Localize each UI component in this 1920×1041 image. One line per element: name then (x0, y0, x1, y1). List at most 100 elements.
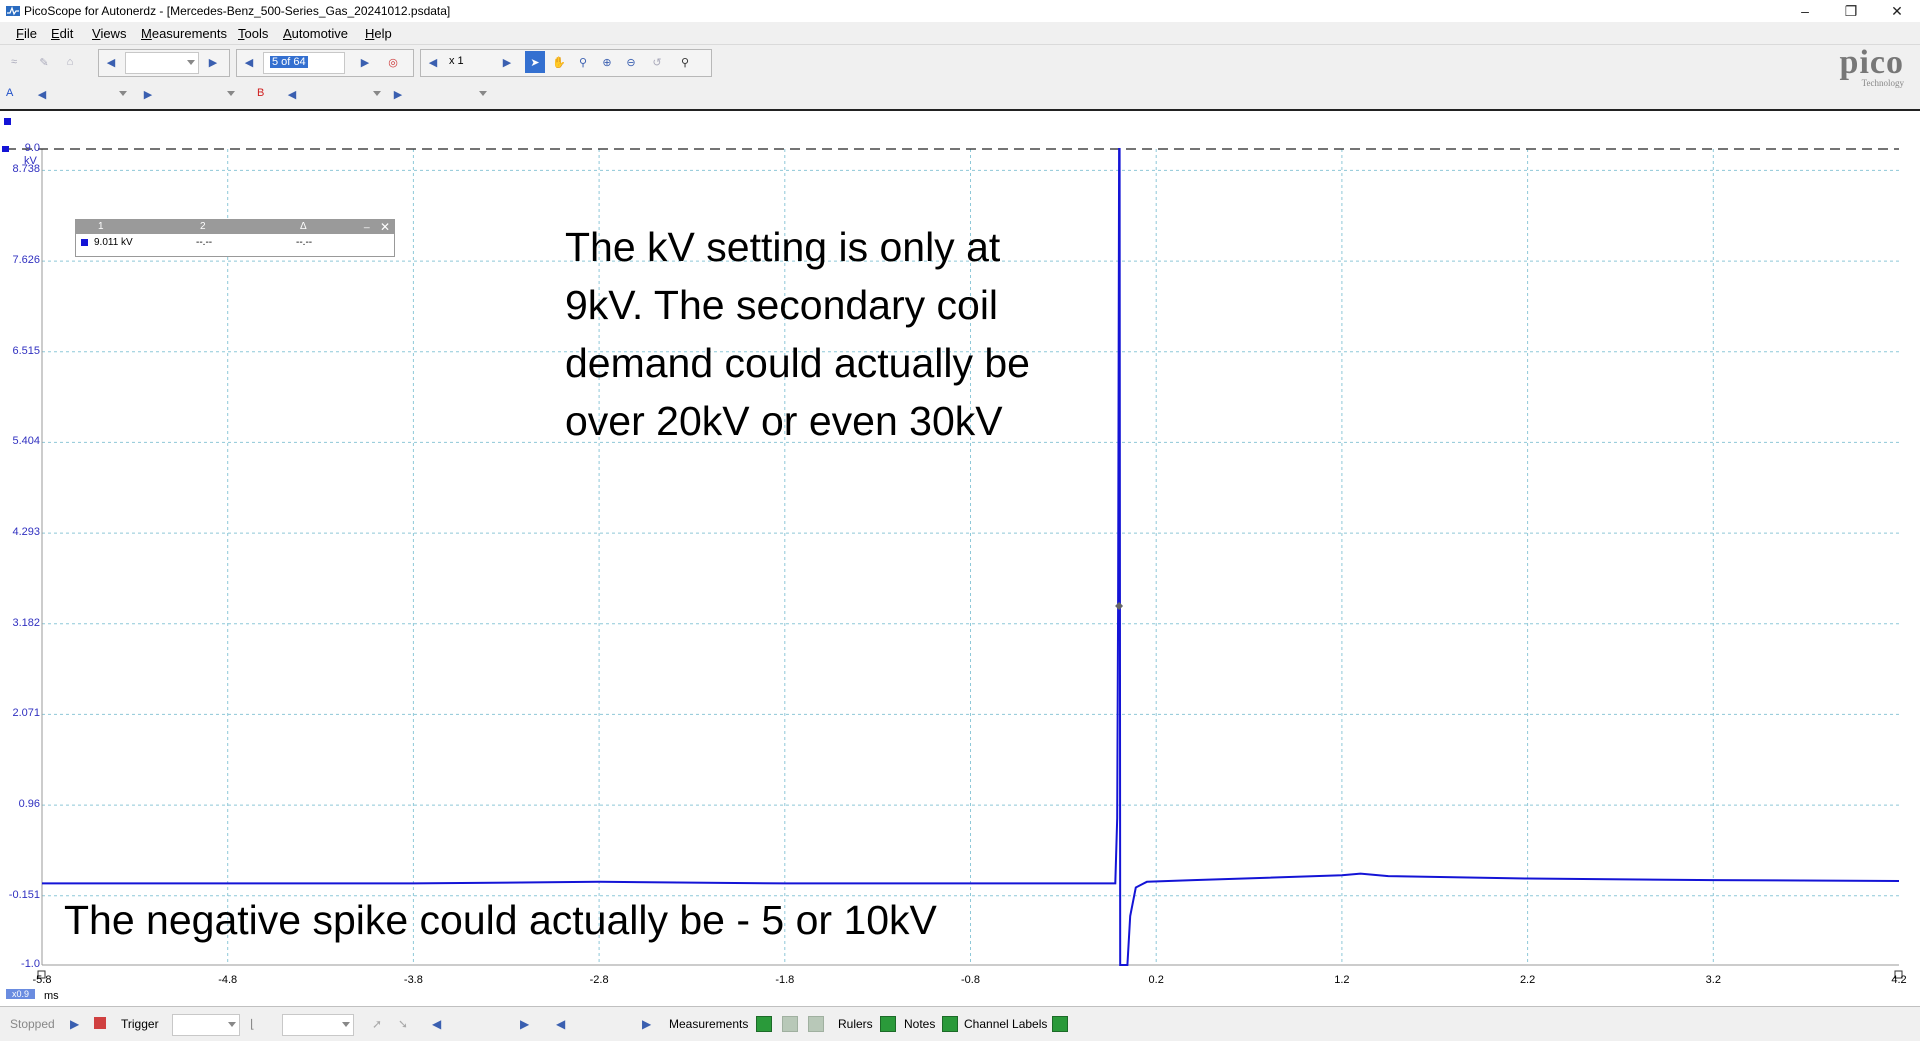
menu-tools[interactable]: Tools (238, 26, 268, 41)
next-icon[interactable]: ▶ (203, 51, 223, 73)
trigger-source-combo[interactable] (282, 1014, 354, 1036)
menu-help[interactable]: Help (365, 26, 392, 41)
channel-b-prev[interactable]: ◀ (282, 83, 302, 105)
y-tick-label: 0.96 (18, 798, 40, 811)
edit-measurement-icon[interactable] (782, 1016, 798, 1032)
channel-b-range-combo[interactable] (304, 84, 384, 104)
pico-technology-logo: pico Technology (1839, 44, 1904, 89)
channel-toolbar: A ◀ ▶ B ◀ ▶ (0, 79, 1920, 111)
ruler-value-delta: --.-- (296, 237, 313, 248)
pretrigger-next[interactable]: ▶ (642, 1017, 651, 1031)
buffer-position-field[interactable]: 5 of 64 (263, 52, 345, 74)
undo-zoom-icon[interactable]: ↺ (647, 51, 667, 73)
channel-a-range-combo[interactable] (54, 84, 130, 104)
ruler-legend[interactable]: 1 2 Δ _ ✕ 9.011 kV --.-- --.-- (75, 218, 395, 257)
channel-a-label[interactable]: A (6, 87, 13, 99)
x-tick-label: -1.8 (775, 974, 795, 986)
pretrigger-field[interactable] (574, 1014, 638, 1034)
menu-edit[interactable]: Edit (51, 26, 73, 41)
measurements-label: Measurements (669, 1017, 749, 1031)
channel-a-marker (4, 118, 11, 125)
title-bar: PicoScope for Autonerdz - [Mercedes-Benz… (0, 0, 1920, 22)
buffer-navigator-icon[interactable]: ◎ (383, 51, 403, 73)
trigger-level-next[interactable]: ▶ (520, 1017, 529, 1031)
home-icon[interactable]: ⌂ (60, 51, 80, 73)
pico-logo-text: pico (1839, 44, 1904, 81)
picoscope-app-icon (6, 6, 20, 16)
menu-bar: File Edit Views Measurements Tools Autom… (0, 22, 1920, 45)
ruler-col-1: 1 (98, 221, 104, 232)
channel-labels-label: Channel Labels (964, 1017, 1048, 1031)
channel-b-label[interactable]: B (257, 87, 264, 99)
channel-labels-icon[interactable] (1052, 1016, 1068, 1032)
channel-a-next[interactable]: ▶ (138, 83, 158, 105)
y-tick-label: 7.626 (12, 254, 40, 267)
hand-tool-icon[interactable]: ✋ (549, 51, 569, 73)
y-tick-label: 8.738 (12, 163, 40, 176)
close-window-button[interactable]: ✕ (1874, 0, 1920, 22)
zoom-area-icon[interactable]: ⚲ (573, 51, 593, 73)
channel-b-coupling-combo[interactable] (420, 84, 490, 104)
trigger-level-field[interactable] (448, 1014, 512, 1034)
add-measurement-icon[interactable] (756, 1016, 772, 1032)
probe-icon[interactable]: ✎ (34, 51, 54, 73)
menu-measurements[interactable]: Measurements (141, 26, 227, 41)
start-button[interactable]: ▶ (70, 1017, 79, 1031)
channel-a-coupling-combo[interactable] (168, 84, 238, 104)
rulers-icon[interactable] (880, 1016, 896, 1032)
channel-a-prev[interactable]: ◀ (32, 83, 52, 105)
y-tick-label: -0.151 (8, 888, 40, 901)
collection-time-combo[interactable] (125, 52, 199, 74)
ruler-legend-header: 1 2 Δ _ ✕ (76, 218, 394, 234)
zoom-badge[interactable]: x0.9 (6, 989, 36, 999)
rulers-label: Rulers (838, 1017, 873, 1031)
x-tick-label: -0.8 (961, 974, 980, 986)
buffer-next-button[interactable]: ▶ (355, 51, 375, 73)
pretrigger-prev[interactable]: ◀ (556, 1017, 565, 1031)
status-bar: Stopped ▶ Trigger ⌊ ➚ ➘ ◀ ▶ ◀ ▶ Measurem… (0, 1006, 1920, 1041)
x-tick-label: 3.2 (1705, 974, 1721, 986)
zoom-factor-field[interactable]: x 1 (445, 52, 491, 72)
zoom-overview-icon[interactable]: ⚲ (675, 51, 695, 73)
remove-measurement-icon[interactable] (808, 1016, 824, 1032)
x-tick-label: 1.2 (1334, 974, 1350, 986)
prev-icon[interactable]: ◀ (101, 51, 121, 73)
y-tick-label: 4.293 (12, 526, 40, 539)
x-tick-label: -4.8 (218, 974, 238, 986)
close-legend-icon[interactable]: ✕ (380, 220, 390, 234)
x-tick-label: 2.2 (1519, 974, 1536, 986)
trigger-falling-icon[interactable]: ➘ (398, 1017, 408, 1031)
y-tick-label: -1.0 (21, 958, 40, 970)
zoom-prev-button[interactable]: ◀ (423, 51, 443, 73)
trigger-rising-icon[interactable]: ➚ (372, 1017, 382, 1031)
stop-button[interactable] (94, 1017, 106, 1029)
zoom-in-icon[interactable]: ⊕ (597, 51, 617, 73)
notes-label: Notes (904, 1017, 936, 1031)
run-state-label: Stopped (10, 1017, 55, 1031)
channel-a-swatch (81, 239, 88, 246)
channel-b-next[interactable]: ▶ (388, 83, 408, 105)
trigger-type-icon[interactable]: ⌊ (250, 1017, 255, 1031)
restore-button[interactable]: ❐ (1828, 0, 1874, 22)
minimize-button[interactable]: – (1782, 0, 1828, 22)
buffer-position-value: 5 of 64 (270, 56, 308, 68)
zoom-out-icon[interactable]: ⊖ (621, 51, 641, 73)
scope-mode-icon[interactable]: ≈ (4, 51, 24, 73)
trigger-level-prev[interactable]: ◀ (432, 1017, 441, 1031)
kv-setting-note: The kV setting is only at 9kV. The secon… (565, 218, 1030, 450)
y-tick-label: 6.515 (12, 344, 40, 357)
zoom-next-button[interactable]: ▶ (497, 51, 517, 73)
trigger-mode-combo[interactable] (172, 1014, 240, 1036)
notes-icon[interactable] (942, 1016, 958, 1032)
y-tick-label: 2.071 (12, 707, 40, 720)
pointer-tool-icon[interactable]: ➤ (525, 51, 545, 73)
negative-spike-note: The negative spike could actually be - 5… (64, 897, 937, 943)
menu-views[interactable]: Views (92, 26, 126, 41)
menu-automotive[interactable]: Automotive (283, 26, 348, 41)
buffer-prev-button[interactable]: ◀ (239, 51, 259, 73)
x-unit-label: ms (44, 990, 59, 1002)
x-tick-label: -3.8 (403, 974, 423, 986)
menu-file[interactable]: File (16, 26, 37, 41)
minimize-legend-icon[interactable]: _ (364, 218, 370, 229)
trigger-label: Trigger (121, 1017, 159, 1031)
